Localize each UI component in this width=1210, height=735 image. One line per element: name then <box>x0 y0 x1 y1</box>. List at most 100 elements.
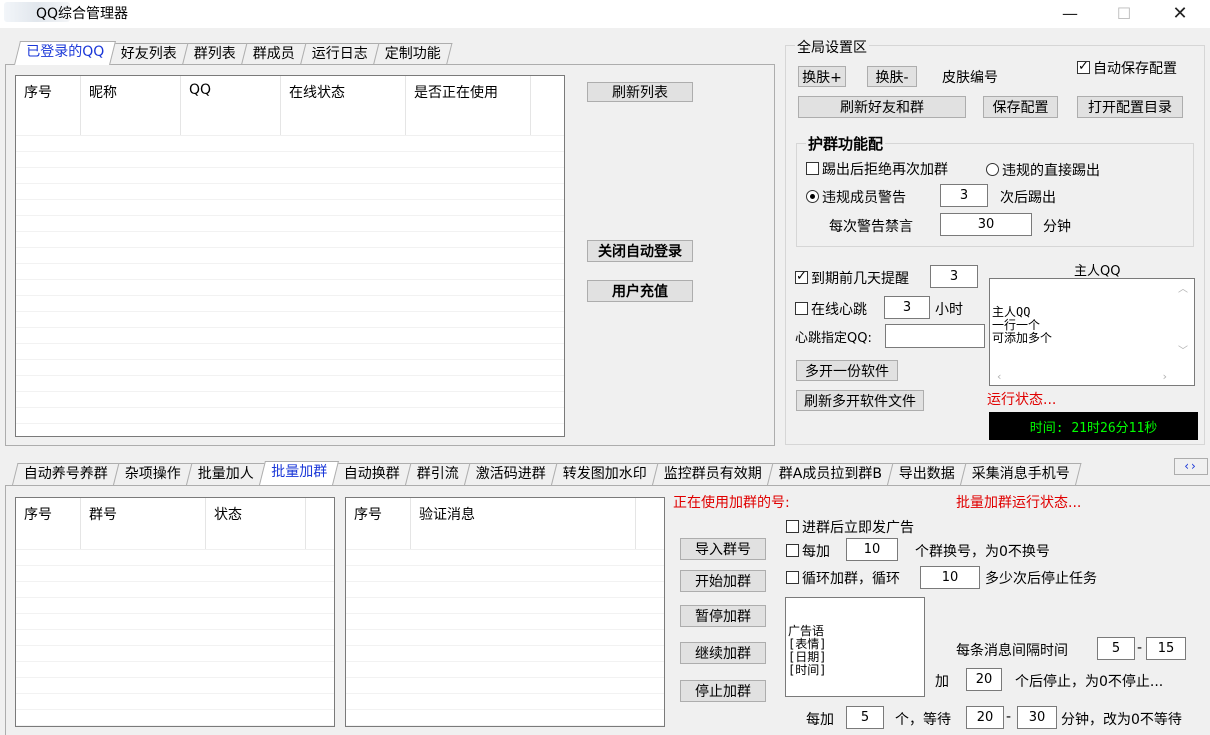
wait-max-input[interactable]: 30 <box>1017 706 1057 729</box>
verify-message-list[interactable]: 序号 验证消息 <box>345 497 665 727</box>
tab-collect-phones[interactable]: 采集消息手机号 <box>960 463 1082 485</box>
protect-group-title: 护群功能配 <box>806 133 886 154</box>
global-settings-title: 全局设置区 <box>795 37 869 57</box>
interval-max-input[interactable]: 15 <box>1146 637 1186 660</box>
owner-qq-textarea[interactable]: 主人QQ 一行一个 可添加多个 ︿ ﹀ ‹ › <box>989 278 1195 386</box>
warn-times-input[interactable]: 3 <box>940 184 988 207</box>
run-status-text: 运行状态... <box>987 392 1057 408</box>
column-header[interactable]: 在线状态 <box>281 76 406 135</box>
multi-open-button[interactable]: 多开一份软件 <box>796 360 898 381</box>
heartbeat-checkbox[interactable]: 在线心跳 <box>795 299 867 319</box>
minutes-label: 分钟 <box>1043 219 1071 235</box>
list-header: 序号 验证消息 <box>346 498 664 550</box>
column-header[interactable]: QQ <box>181 76 281 135</box>
switch-account-label: 个群换号，为0不换号 <box>915 544 1050 560</box>
column-header[interactable]: 是否正在使用 <box>406 76 531 135</box>
column-header[interactable]: 验证消息 <box>411 498 636 549</box>
list-header: 序号 昵称 QQ 在线状态 是否正在使用 <box>16 76 564 136</box>
checkbox-icon <box>786 520 799 533</box>
checkbox-icon <box>795 269 808 284</box>
start-join-button[interactable]: 开始加群 <box>680 570 766 592</box>
checkbox-icon <box>806 162 819 175</box>
warn-members-radio[interactable]: 违规成员警告 <box>806 187 906 207</box>
radio-icon <box>986 163 999 176</box>
open-config-dir-button[interactable]: 打开配置目录 <box>1077 96 1183 118</box>
tab-group-members[interactable]: 群成员 <box>241 43 307 65</box>
tab-auto-switch-group[interactable]: 自动换群 <box>332 463 412 485</box>
skin-minus-button[interactable]: 换肤- <box>867 66 917 87</box>
minimize-button[interactable]: — <box>1042 0 1098 26</box>
tab-run-log[interactable]: 运行日志 <box>300 43 380 65</box>
column-header[interactable]: 序号 <box>16 76 81 135</box>
tab-export-data[interactable]: 导出数据 <box>887 463 967 485</box>
tab-auto-nurture[interactable]: 自动养号养群 <box>12 463 120 485</box>
switch-every-input[interactable]: 10 <box>846 538 898 561</box>
tab-group-traffic[interactable]: 群引流 <box>405 463 471 485</box>
scroll-up-icon[interactable]: ︿ <box>1178 283 1188 296</box>
kick-direct-radio[interactable]: 违规的直接踢出 <box>986 160 1100 180</box>
import-groups-button[interactable]: 导入群号 <box>680 538 766 560</box>
hours-label: 小时 <box>935 302 963 318</box>
switch-account-checkbox[interactable]: 每加 <box>786 541 830 561</box>
tab-logged-qq[interactable]: 已登录的QQ <box>14 41 117 65</box>
column-header[interactable]: 群号 <box>81 498 206 549</box>
tab-forward-watermark[interactable]: 转发图加水印 <box>551 463 659 485</box>
close-auto-login-button[interactable]: 关闭自动登录 <box>587 240 693 262</box>
mute-per-warning-label: 每次警告禁言 <box>829 219 913 235</box>
wait-label-a: 每加 <box>806 712 834 728</box>
list-body <box>16 136 564 436</box>
add-stop-label: 个后停止，为0不停止... <box>1015 674 1164 690</box>
wait-every-input[interactable]: 5 <box>846 706 884 729</box>
ad-after-join-checkbox[interactable]: 进群后立即发广告 <box>786 517 914 537</box>
save-config-button[interactable]: 保存配置 <box>983 96 1058 118</box>
tab-friend-list[interactable]: 好友列表 <box>109 43 189 65</box>
refresh-list-button[interactable]: 刷新列表 <box>587 82 693 102</box>
refresh-friends-groups-button[interactable]: 刷新好友和群 <box>798 96 966 118</box>
tab-custom-functions[interactable]: 定制功能 <box>373 43 453 65</box>
group-number-list[interactable]: 序号 群号 状态 <box>15 497 335 727</box>
scroll-left-icon[interactable]: ‹ <box>996 370 1003 383</box>
close-button[interactable]: ✕ <box>1152 0 1208 26</box>
pause-join-button[interactable]: 暂停加群 <box>680 605 766 627</box>
loop-join-checkbox[interactable]: 循环加群，循环 <box>786 568 900 588</box>
ad-text-textarea[interactable]: 广告语 [表情] [日期] [时间] <box>785 597 925 697</box>
list-body <box>16 550 334 726</box>
skin-plus-button[interactable]: 换肤+ <box>798 66 846 87</box>
kick-refuse-rejoin-checkbox[interactable]: 踢出后拒绝再次加群 <box>806 159 948 179</box>
column-header[interactable]: 状态 <box>206 498 306 549</box>
tab-batch-add-friends[interactable]: 批量加人 <box>186 463 266 485</box>
continue-join-button[interactable]: 继续加群 <box>680 642 766 664</box>
tab-group-list[interactable]: 群列表 <box>182 43 248 65</box>
logged-qq-list[interactable]: 序号 昵称 QQ 在线状态 是否正在使用 <box>15 75 565 437</box>
auto-save-config-checkbox[interactable]: 自动保存配置 <box>1077 58 1177 78</box>
loop-times-input[interactable]: 10 <box>920 566 980 589</box>
tab-batch-join-groups[interactable]: 批量加群 <box>259 461 339 485</box>
column-header[interactable]: 昵称 <box>81 76 181 135</box>
maximize-button[interactable]: ☐ <box>1096 0 1152 26</box>
heartbeat-qq-label: 心跳指定QQ: <box>795 331 872 346</box>
heartbeat-hours-input[interactable]: 3 <box>884 296 930 319</box>
interval-min-input[interactable]: 5 <box>1097 637 1135 660</box>
dash-label: - <box>1137 640 1143 656</box>
tab-scroll-arrows[interactable]: ‹› <box>1174 458 1208 475</box>
column-header[interactable]: 序号 <box>346 498 411 549</box>
tab-activation-code-join[interactable]: 激活码进群 <box>464 463 558 485</box>
expire-remind-checkbox[interactable]: 到期前几天提醒 <box>795 268 909 288</box>
scroll-down-icon[interactable]: ﹀ <box>1178 345 1188 358</box>
refresh-multi-open-button[interactable]: 刷新多开软件文件 <box>796 390 924 411</box>
stop-join-button[interactable]: 停止加群 <box>680 680 766 702</box>
expire-days-input[interactable]: 3 <box>930 265 978 288</box>
tab-misc-ops[interactable]: 杂项操作 <box>113 463 193 485</box>
add-stop-input[interactable]: 20 <box>966 668 1002 691</box>
checkbox-icon <box>795 302 808 315</box>
user-recharge-button[interactable]: 用户充值 <box>587 280 693 302</box>
bottom-tab-strip: 自动养号养群 杂项操作 批量加人 批量加群 自动换群 群引流 激活码进群 转发图… <box>12 461 1082 485</box>
tab-monitor-validity[interactable]: 监控群员有效期 <box>652 463 774 485</box>
scroll-right-icon[interactable]: › <box>1161 370 1168 383</box>
wait-min-input[interactable]: 20 <box>966 706 1004 729</box>
heartbeat-qq-input[interactable] <box>885 324 985 348</box>
column-header[interactable]: 序号 <box>16 498 81 549</box>
tab-pull-members-a-to-b[interactable]: 群A成员拉到群B <box>767 463 894 485</box>
skin-number-label: 皮肤编号 <box>942 70 998 86</box>
mute-minutes-input[interactable]: 30 <box>940 213 1032 236</box>
